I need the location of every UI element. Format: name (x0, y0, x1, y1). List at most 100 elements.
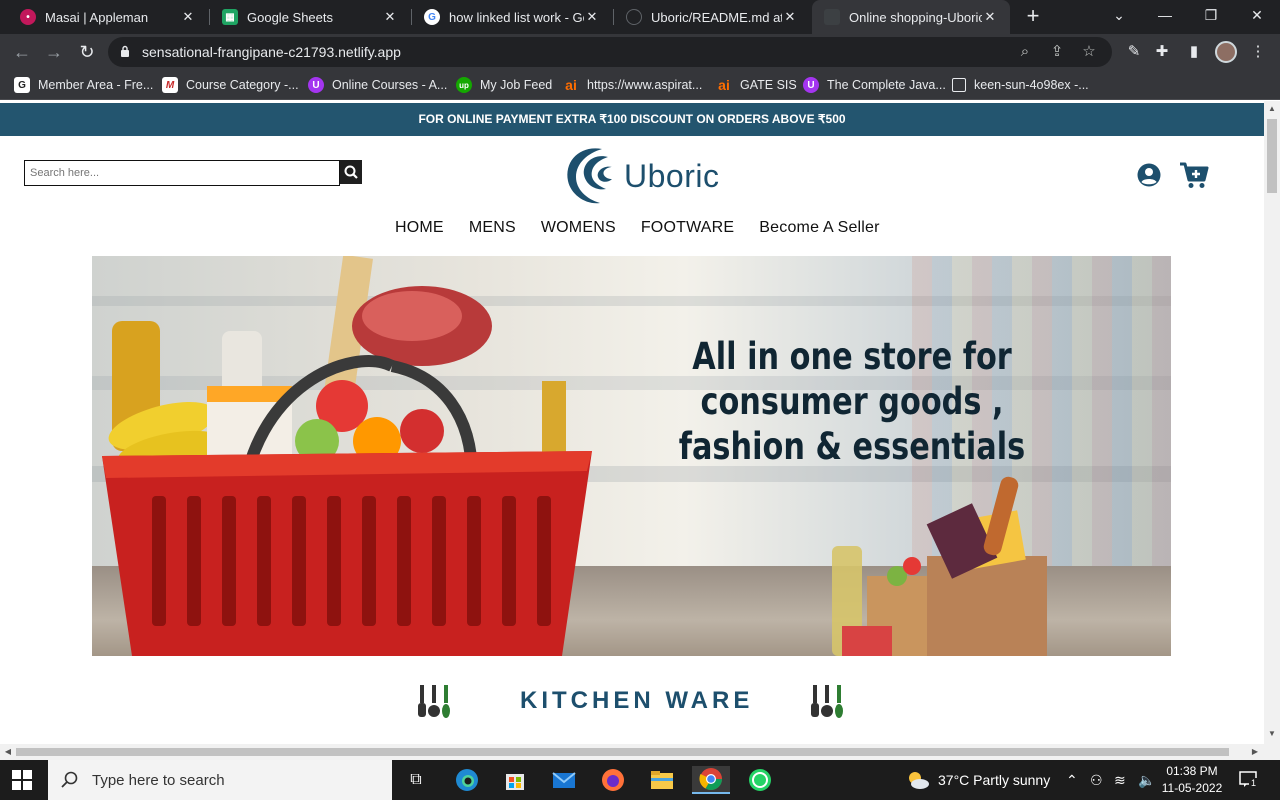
file-explorer-icon[interactable] (643, 766, 681, 794)
clock[interactable]: 01:38 PM 11-05-2022 (1160, 763, 1224, 797)
scroll-up-icon[interactable]: ▲ (1264, 104, 1280, 113)
back-icon[interactable]: ← (9, 39, 35, 65)
bookmark-label: The Complete Java... (827, 78, 946, 92)
windows-taskbar: Type here to search ⧉ 37°C Partly sunny … (0, 760, 1280, 800)
chrome-icon[interactable] (692, 766, 730, 794)
menu-icon[interactable]: ⋮ (1248, 42, 1268, 62)
close-window-button[interactable]: ✕ (1234, 0, 1280, 30)
bookmark-keen-sun[interactable]: keen-sun-4o98ex -... (952, 76, 1089, 94)
bookmark-star-icon[interactable]: ☆ (1080, 43, 1098, 61)
search-input[interactable] (24, 160, 340, 186)
share-icon[interactable]: ⇪ (1048, 43, 1066, 61)
brand-logo[interactable]: Uboric (562, 143, 722, 209)
tab-title: Masai | Appleman (45, 9, 149, 25)
reload-icon[interactable]: ↻ (74, 39, 100, 65)
close-icon[interactable]: ✕ (584, 9, 600, 25)
ai-icon: ai (718, 77, 730, 93)
g-icon: G (14, 77, 30, 93)
taskbar-search[interactable]: Type here to search (48, 760, 392, 800)
clock-time: 01:38 PM (1166, 764, 1218, 778)
kitchen-ware-heading: KITCHEN WARE (415, 681, 847, 723)
bookmark-online-courses[interactable]: U Online Courses - A... (308, 76, 447, 94)
nav-home[interactable]: HOME (395, 219, 444, 237)
scroll-down-icon[interactable]: ▼ (1264, 729, 1280, 738)
task-view-icon[interactable]: ⧉ (397, 766, 435, 794)
uboric-icon (824, 9, 840, 25)
vertical-scroll-thumb[interactable] (1267, 119, 1277, 193)
tab-masai[interactable]: • Masai | Appleman ✕ (8, 0, 208, 34)
edge-icon[interactable] (448, 766, 486, 794)
close-icon[interactable]: ✕ (782, 9, 798, 25)
google-icon: G (424, 9, 440, 25)
profile-avatar[interactable] (1215, 41, 1237, 63)
bookmark-label: keen-sun-4o98ex -... (974, 78, 1089, 92)
partly-sunny-icon (909, 772, 929, 789)
bookmark-gate-sis[interactable]: ai GATE SIS (716, 76, 797, 94)
bookmark-member-area[interactable]: G Member Area - Fre... (14, 76, 153, 94)
weather-text: 37°C Partly sunny (938, 772, 1051, 788)
tab-title: Uboric/README.md at m (651, 9, 782, 25)
kitchen-utensils-icon (811, 685, 843, 718)
nav-footware[interactable]: FOOTWARE (641, 219, 734, 237)
firefox-icon[interactable] (594, 766, 632, 794)
wifi-icon[interactable]: ≋ (1114, 772, 1126, 789)
tab-linked-list[interactable]: G how linked list work - Goo ✕ (412, 0, 612, 34)
user-account-icon[interactable] (1137, 163, 1161, 187)
scroll-left-icon[interactable]: ◀ (0, 747, 16, 756)
windows-start-icon[interactable] (12, 770, 32, 790)
hero-banner: All in one store for consumer goods , fa… (92, 256, 1171, 656)
mail-icon[interactable] (545, 766, 583, 794)
notification-count: 1 (1249, 778, 1259, 788)
close-icon[interactable]: ✕ (382, 9, 398, 25)
close-icon[interactable]: ✕ (982, 9, 998, 25)
lock-icon (121, 45, 129, 57)
tab-google-sheets[interactable]: ▦ Google Sheets ✕ (210, 0, 410, 34)
bookmark-aspirations[interactable]: ai https://www.aspirat... (563, 76, 702, 94)
nav-womens[interactable]: WOMENS (541, 219, 616, 237)
tab-github-readme[interactable]: Uboric/README.md at m ✕ (614, 0, 810, 34)
restore-button[interactable]: ❐ (1188, 0, 1234, 30)
puzzle-extensions-icon[interactable]: ✚ (1152, 42, 1172, 62)
bookmarks-bar: G Member Area - Fre... M Course Category… (0, 70, 1280, 100)
search-button[interactable] (340, 160, 362, 184)
clock-date: 11-05-2022 (1161, 781, 1223, 795)
ai-icon: ai (565, 77, 577, 93)
meet-now-icon[interactable]: ⚇ (1090, 772, 1103, 789)
github-icon (626, 9, 642, 25)
bookmark-label: My Job Feed (480, 78, 553, 92)
new-tab-button[interactable]: + (1019, 4, 1047, 30)
volume-icon[interactable]: 🔈 (1138, 772, 1155, 789)
tab-uboric[interactable]: Online shopping-Uboric ✕ (812, 0, 1010, 34)
bookmark-complete-java[interactable]: U The Complete Java... (803, 76, 946, 94)
store-icon[interactable] (496, 766, 534, 794)
bookmark-course-category[interactable]: M Course Category -... (162, 76, 299, 94)
address-bar[interactable]: sensational-frangipane-c21793.netlify.ap… (108, 37, 1112, 67)
brand-name: Uboric (624, 158, 720, 194)
bookmark-my-job-feed[interactable]: up My Job Feed (456, 76, 552, 94)
extension-icon[interactable]: ✎ (1124, 42, 1144, 62)
whatsapp-icon[interactable] (741, 766, 779, 794)
cart-icon[interactable] (1179, 161, 1209, 189)
nav-mens[interactable]: MENS (469, 219, 516, 237)
tab-search-icon[interactable]: ⌄ (1096, 0, 1142, 30)
horizontal-scrollbar[interactable]: ◀ ▶ (0, 744, 1264, 760)
zoom-icon[interactable]: ⌕ (1016, 43, 1034, 61)
chevron-up-icon[interactable]: ⌃ (1066, 772, 1078, 789)
scroll-right-icon[interactable]: ▶ (1247, 747, 1263, 756)
headline-line-2: fashion & essentials (678, 425, 1026, 468)
forward-icon[interactable]: → (41, 39, 67, 65)
course-icon: M (162, 77, 178, 93)
notifications-icon[interactable]: 1 (1238, 769, 1259, 792)
side-panel-icon[interactable]: ▮ (1184, 42, 1204, 62)
page-viewport: FOR ONLINE PAYMENT EXTRA ₹100 DISCOUNT O… (0, 101, 1264, 744)
google-sheets-icon: ▦ (222, 9, 238, 25)
page-icon (952, 78, 966, 92)
section-title: KITCHEN WARE (520, 687, 754, 714)
weather-widget[interactable]: 37°C Partly sunny (906, 770, 1050, 790)
close-icon[interactable]: ✕ (180, 9, 196, 25)
horizontal-scroll-thumb[interactable] (16, 748, 1229, 756)
search-icon (344, 165, 358, 179)
minimize-button[interactable]: — (1142, 0, 1188, 30)
nav-become-seller[interactable]: Become A Seller (759, 219, 879, 237)
vertical-scrollbar[interactable]: ▲ ▼ (1264, 101, 1280, 760)
